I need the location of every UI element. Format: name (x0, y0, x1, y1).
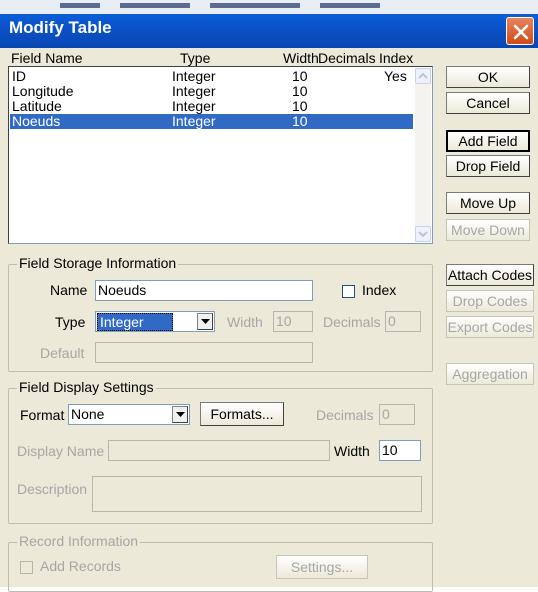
field-row-type: Integer (172, 113, 216, 129)
field-row-name: Latitude (12, 98, 62, 114)
chevron-up-icon (418, 72, 428, 79)
field-storage-title: Field Storage Information (17, 255, 179, 271)
format-select[interactable]: None (68, 404, 190, 425)
name-label: Name (50, 282, 88, 298)
format-select-value: None (71, 406, 105, 422)
add-records-label: Add Records (40, 558, 121, 574)
field-row-name: Longitude (12, 83, 74, 99)
display-width-label: Width (334, 443, 370, 459)
scroll-up-button[interactable] (415, 68, 431, 84)
field-row-type: Integer (172, 68, 216, 84)
field-row[interactable]: ID Integer 10 Yes (10, 69, 413, 84)
column-header-field-name: Field Name (11, 50, 83, 66)
field-row-width: 10 (292, 98, 308, 114)
type-select[interactable]: Integer (95, 311, 215, 332)
window-title: Modify Table (9, 18, 112, 37)
type-dropdown-button[interactable] (197, 313, 213, 330)
column-header-index: Index (379, 50, 414, 66)
list-scrollbar[interactable] (415, 68, 431, 242)
cancel-button[interactable]: Cancel (446, 92, 530, 114)
default-label: Default (40, 345, 85, 361)
name-field[interactable]: Noeuds (95, 280, 313, 301)
type-label: Type (55, 314, 86, 330)
add-field-button[interactable]: Add Field (446, 130, 530, 152)
display-name-field[interactable] (108, 440, 330, 461)
record-info-title: Record Information (17, 533, 141, 549)
move-up-button[interactable]: Move Up (446, 192, 530, 214)
field-row[interactable]: Latitude Integer 10 (10, 99, 413, 114)
field-row-width: 10 (292, 68, 308, 84)
drop-codes-button[interactable]: Drop Codes (446, 290, 534, 312)
settings-button[interactable]: Settings... (276, 555, 368, 579)
close-button[interactable] (506, 17, 534, 45)
type-select-value: Integer (97, 313, 173, 331)
display-name-label: Display Name (17, 443, 105, 459)
decimals-label: Decimals (323, 314, 381, 330)
ok-button[interactable]: OK (446, 66, 530, 88)
chevron-down-icon (201, 319, 210, 324)
attach-codes-button[interactable]: Attach Codes (446, 264, 534, 286)
fields-list[interactable]: ID Integer 10 Yes Longitude Integer 10 L… (8, 66, 433, 244)
export-codes-button[interactable]: Export Codes (446, 316, 534, 338)
field-row-type: Integer (172, 83, 216, 99)
drop-field-button[interactable]: Drop Field (446, 155, 530, 177)
field-display-title: Field Display Settings (17, 379, 156, 395)
field-row-width: 10 (292, 83, 308, 99)
close-icon (513, 24, 529, 40)
field-row-name: ID (12, 68, 26, 84)
chevron-down-icon (176, 412, 185, 417)
column-header-width: Width (283, 50, 319, 66)
field-row-width: 10 (292, 113, 308, 129)
column-header-decimals: Decimals (318, 50, 376, 66)
description-label: Description (17, 481, 88, 497)
field-row-index: Yes (384, 68, 407, 84)
display-decimals-label: Decimals (316, 407, 374, 423)
move-down-button[interactable]: Move Down (446, 219, 530, 241)
default-field[interactable] (95, 342, 313, 363)
format-label: Format (20, 407, 65, 423)
decimals-field[interactable]: 0 (385, 311, 421, 332)
display-width-field[interactable]: 10 (379, 440, 421, 461)
title-bar[interactable]: Modify Table (0, 14, 538, 48)
add-records-checkbox[interactable] (20, 561, 33, 574)
formats-button[interactable]: Formats... (200, 402, 284, 426)
aggregation-button[interactable]: Aggregation (446, 363, 534, 385)
field-row-name: Noeuds (12, 113, 61, 129)
description-field[interactable] (92, 476, 422, 512)
chevron-down-icon (418, 231, 428, 238)
format-dropdown-button[interactable] (172, 406, 188, 423)
column-header-type: Type (180, 50, 211, 66)
index-label: Index (362, 282, 397, 298)
field-row-selected[interactable]: Noeuds Integer 10 (10, 114, 413, 129)
field-row-type: Integer (172, 98, 216, 114)
background-window-strip (0, 0, 538, 14)
field-row[interactable]: Longitude Integer 10 (10, 84, 413, 99)
display-decimals-field[interactable]: 0 (379, 404, 415, 425)
width-label: Width (227, 314, 263, 330)
scroll-down-button[interactable] (415, 226, 431, 242)
width-field[interactable]: 10 (273, 311, 313, 332)
index-checkbox[interactable] (342, 285, 355, 298)
